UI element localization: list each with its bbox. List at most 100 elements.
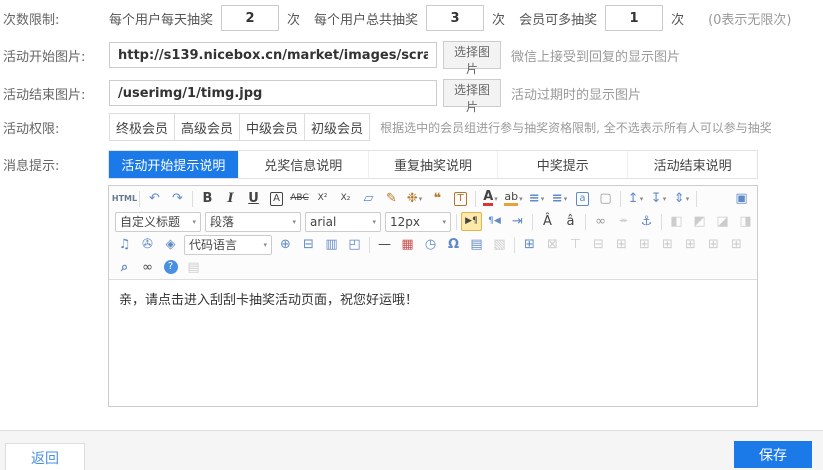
link-icon[interactable]: ∞ xyxy=(590,212,611,231)
row-spacing-top-icon[interactable]: ↥▾ xyxy=(625,189,646,208)
insert-date-icon[interactable]: ▦ xyxy=(397,235,418,254)
start-image-pick-button[interactable]: 选择图片 xyxy=(443,41,501,69)
highlight-color-icon[interactable]: ab▾ xyxy=(503,189,524,208)
member-extra-draw-input[interactable] xyxy=(605,5,663,31)
font-family-combo[interactable]: arial▾ xyxy=(305,212,381,232)
html-source-icon[interactable]: HTML xyxy=(114,189,135,208)
chevron-down-icon: ▾ xyxy=(686,195,690,203)
select-all-icon[interactable]: a xyxy=(572,189,593,208)
undo-icon[interactable]: ↶ xyxy=(144,189,165,208)
tab-1[interactable]: 活动开始提示说明 xyxy=(109,151,238,178)
unlink-icon: ∞ xyxy=(613,212,634,231)
snapscreen-icon[interactable]: ◰ xyxy=(344,235,365,254)
code-language-combo[interactable]: 代码语言▾ xyxy=(184,235,272,255)
chevron-down-icon: ▾ xyxy=(372,218,376,226)
fullscreen-icon[interactable]: ▣ xyxy=(731,189,752,208)
to-uppercase-icon[interactable]: Â xyxy=(537,212,558,231)
zero-unlimited-hint: (0表示无限次) xyxy=(708,9,791,28)
member-level-button-4[interactable]: 初级会员 xyxy=(304,113,370,141)
tab-2[interactable]: 兑奖信息说明 xyxy=(238,151,368,178)
back-button[interactable]: 返回 xyxy=(5,443,85,470)
attachment-icon[interactable]: ✇ xyxy=(137,235,158,254)
tab-3[interactable]: 重复抽奖说明 xyxy=(368,151,498,178)
insert-columns-icon[interactable]: ▥ xyxy=(321,235,342,254)
tab-5[interactable]: 活动结束说明 xyxy=(627,151,757,178)
merge-right-icon: ⊞ xyxy=(749,235,755,254)
anchor-icon[interactable]: ⚓ xyxy=(636,212,657,231)
insert-iframe-icon[interactable]: ⊕ xyxy=(275,235,296,254)
end-image-pick-button[interactable]: 选择图片 xyxy=(443,79,501,107)
font-size-combo[interactable]: 12px▾ xyxy=(385,212,451,232)
search-replace-icon[interactable]: ∞ xyxy=(137,258,158,277)
bold-icon[interactable]: B xyxy=(197,189,218,208)
to-lowercase-icon[interactable]: â xyxy=(560,212,581,231)
paste-icon: ▤ xyxy=(183,258,204,277)
start-image-url-input[interactable] xyxy=(109,42,437,68)
separator xyxy=(585,214,586,230)
per-day-draw-label: 每个用户每天抽奖 xyxy=(109,9,213,28)
subscript-icon[interactable]: X₂ xyxy=(335,189,356,208)
underline-icon[interactable]: U xyxy=(243,189,264,208)
permission-hint: 根据选中的会员组进行参与抽奖资格限制, 全不选表示所有人可以参与抽奖 xyxy=(380,119,772,136)
member-level-button-1[interactable]: 终极会员 xyxy=(109,113,175,141)
chevron-down-icon: ▾ xyxy=(541,195,545,203)
unordered-list-icon[interactable]: ≡▾ xyxy=(549,189,570,208)
editor-content-area[interactable]: 亲，请点击进入刮刮卡抽奖活动页面，祝您好运哦！ xyxy=(109,280,757,414)
member-level-button-2[interactable]: 高级会员 xyxy=(174,113,240,141)
special-chars-icon[interactable]: Ω xyxy=(443,235,464,254)
format-painter-icon[interactable]: ✎ xyxy=(381,189,402,208)
paste-plain-icon[interactable]: T xyxy=(450,189,471,208)
blockquote-icon[interactable]: ❝ xyxy=(427,189,448,208)
start-image-label: 活动开始图片: xyxy=(0,46,109,65)
count-limit-label: 次数限制: xyxy=(0,9,109,28)
ordered-list-icon[interactable]: ≡▾ xyxy=(526,189,547,208)
help-icon[interactable]: ? xyxy=(160,258,181,277)
insert-music-icon[interactable]: ♫ xyxy=(114,235,135,254)
paragraph-combo[interactable]: 段落▾ xyxy=(205,212,301,232)
save-button[interactable]: 保存 xyxy=(734,441,812,468)
text-direction-rtl-icon[interactable]: ¶◀ xyxy=(484,212,505,231)
member-extra-unit: 次 xyxy=(671,9,684,28)
message-tip-label: 消息提示: xyxy=(0,155,109,174)
insert-time-icon[interactable]: ◷ xyxy=(420,235,441,254)
separator xyxy=(369,237,370,253)
remove-format-icon[interactable]: ▱ xyxy=(358,189,379,208)
text-direction-ltr-icon[interactable]: ▶¶ xyxy=(461,212,482,231)
auto-typeset-icon[interactable]: ❉▾ xyxy=(404,189,425,208)
separator xyxy=(139,191,140,207)
chevron-down-icon: ▾ xyxy=(494,195,498,203)
superscript-icon[interactable]: X² xyxy=(312,189,333,208)
image-align-none-icon: ◧ xyxy=(666,212,687,231)
font-color-icon[interactable]: A▾ xyxy=(480,189,501,208)
start-image-row: 活动开始图片: 选择图片 微信上接受到回复的显示图片 xyxy=(0,40,823,70)
custom-title-combo[interactable]: 自定义标题▾ xyxy=(115,212,201,232)
total-draw-input[interactable] xyxy=(426,5,484,31)
tab-4[interactable]: 中奖提示 xyxy=(497,151,627,178)
redo-icon[interactable]: ↷ xyxy=(167,189,188,208)
insert-table-icon[interactable]: ⊞ xyxy=(519,235,540,254)
row-spacing-bottom-icon[interactable]: ↧▾ xyxy=(648,189,669,208)
page-break-icon[interactable]: ⊟ xyxy=(298,235,319,254)
editor-toolbar: HTML↶↷BIUAABCX²X₂▱✎❉▾❝TA▾ab▾≡▾≡▾a▢↥▾↧▾⇕▾… xyxy=(109,186,757,280)
word-image-icon[interactable]: ▤ xyxy=(466,235,487,254)
clear-doc-icon[interactable]: ▢ xyxy=(595,189,616,208)
image-align-center-icon: ◨ xyxy=(735,212,755,231)
image-align-left-icon: ◩ xyxy=(689,212,710,231)
rich-text-editor: HTML↶↷BIUAABCX²X₂▱✎❉▾❝TA▾ab▾≡▾≡▾a▢↥▾↧▾⇕▾… xyxy=(108,185,758,407)
insert-map-icon[interactable]: ◈ xyxy=(160,235,181,254)
member-level-button-3[interactable]: 中级会员 xyxy=(239,113,305,141)
end-image-hint: 活动过期时的显示图片 xyxy=(511,84,641,103)
indent-icon[interactable]: ⇥ xyxy=(507,212,528,231)
separator xyxy=(192,191,193,207)
italic-icon[interactable]: I xyxy=(220,189,241,208)
delete-row-icon: ⊞ xyxy=(657,235,678,254)
per-day-draw-input[interactable] xyxy=(221,5,279,31)
separator xyxy=(620,191,621,207)
member-extra-draw-label: 会员可多抽奖 xyxy=(519,9,597,28)
end-image-url-input[interactable] xyxy=(109,80,437,106)
line-height-icon[interactable]: ⇕▾ xyxy=(671,189,692,208)
char-border-icon[interactable]: A xyxy=(266,189,287,208)
preview-icon[interactable]: ⌕ xyxy=(114,258,135,277)
horizontal-rule-icon[interactable]: — xyxy=(374,235,395,254)
strikethrough-icon[interactable]: ABC xyxy=(289,189,310,208)
